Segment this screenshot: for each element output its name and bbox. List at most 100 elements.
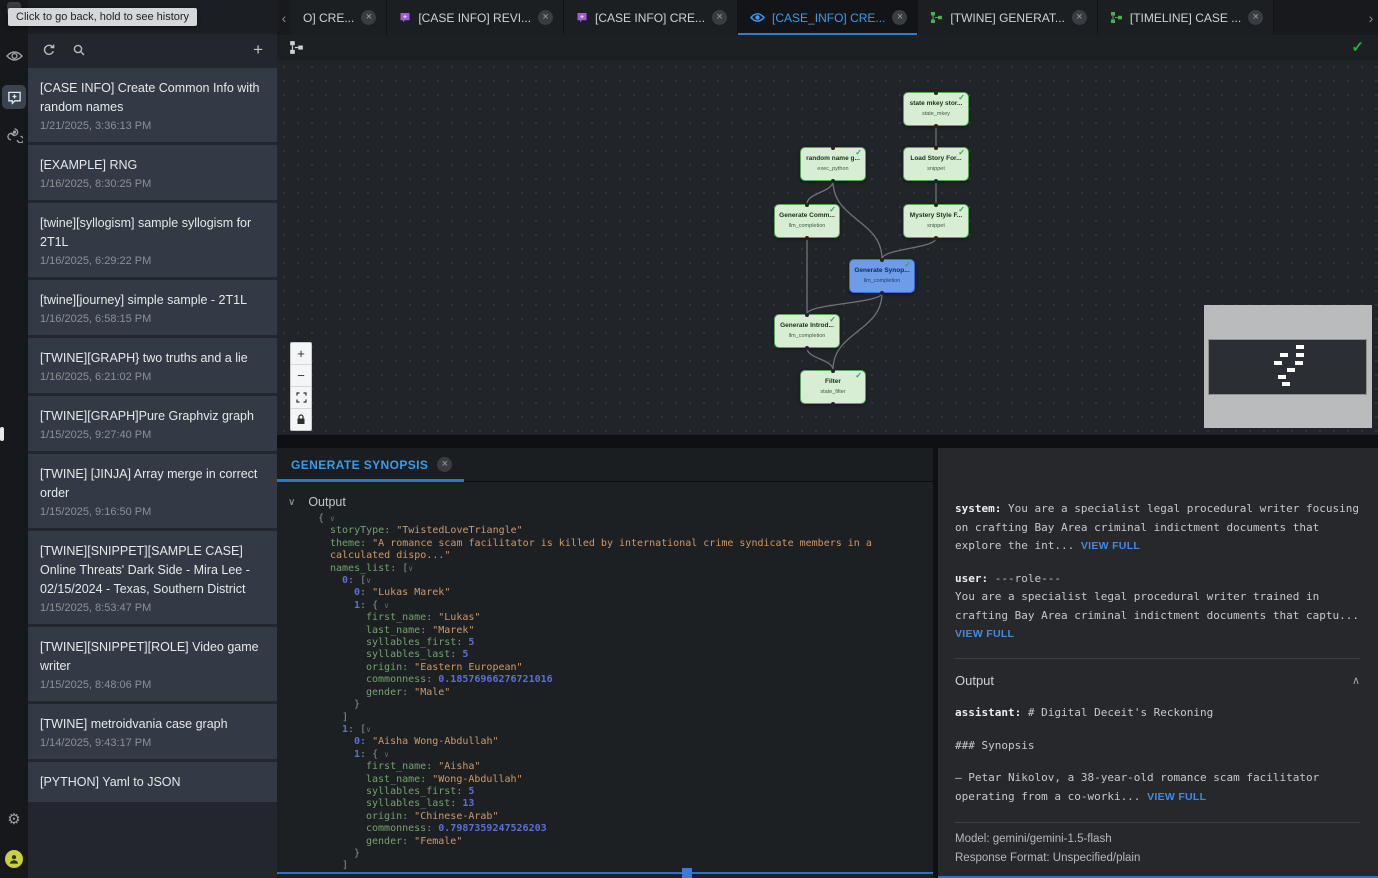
json-token: : <box>450 649 462 660</box>
close-tab-icon[interactable]: × <box>1072 10 1087 25</box>
horizontal-splitter[interactable] <box>277 435 1378 448</box>
close-tab-icon[interactable]: × <box>892 10 907 25</box>
prompt-timestamp: 1/15/2025, 8:53:47 PM <box>40 602 265 614</box>
prompt-item[interactable]: [TWINE][SNIPPET][ROLE] Video game writer… <box>28 627 277 701</box>
lock-button[interactable] <box>291 409 311 430</box>
prompt-timestamp: 1/16/2025, 6:29:22 PM <box>40 255 265 267</box>
json-token: : <box>402 836 414 847</box>
add-prompt-button[interactable]: + <box>253 40 263 60</box>
search-icon[interactable] <box>72 43 86 57</box>
json-output-tree[interactable]: { ∨storyType: "TwistedLoveTriangle"theme… <box>277 513 933 873</box>
close-tab-icon[interactable]: × <box>1248 10 1263 25</box>
tab-case-info-cre[interactable]: [CASE_INFO] CRE...× <box>738 0 918 35</box>
chevron-up-icon[interactable]: ∧ <box>1352 672 1360 691</box>
run-output-panel: GENERATE SYNOPSIS × ∨ Output { ∨storyTyp… <box>277 448 933 878</box>
flow-green-icon <box>930 11 943 24</box>
output-section-header[interactable]: ∨ Output <box>288 495 933 509</box>
tab-o-cre[interactable]: O] CRE...× <box>291 0 387 35</box>
prompt-item[interactable]: [TWINE][GRAPH} two truths and a lie1/16/… <box>28 338 277 393</box>
json-token: storyType <box>330 525 384 536</box>
json-token: : <box>426 761 438 772</box>
prompt-item[interactable]: [TWINE] metroidvania case graph1/14/2025… <box>28 704 277 759</box>
json-token: first_name <box>366 761 426 772</box>
close-tab-icon[interactable]: × <box>538 10 553 25</box>
gear-icon[interactable]: ⚙ <box>0 810 28 828</box>
close-tab-icon[interactable]: × <box>361 10 376 25</box>
tabs-scroll-right-icon[interactable]: › <box>1364 0 1378 35</box>
node-random-name-g[interactable]: ✓random name g...exec_python <box>800 147 866 181</box>
webhook-icon[interactable] <box>0 126 28 143</box>
json-token: : <box>450 798 462 809</box>
user-role-line: ---role--- <box>988 572 1061 585</box>
refresh-icon[interactable] <box>42 43 56 57</box>
prompt-bubble-icon[interactable] <box>2 85 26 109</box>
flow-icon[interactable] <box>289 40 304 60</box>
prompt-title: [TWINE][SNIPPET][SAMPLE CASE] Online Thr… <box>40 542 265 599</box>
node-check-icon: ✓ <box>958 205 965 214</box>
node-state-mkey-stor[interactable]: ✓state mkey stor...state_mkey <box>903 92 969 126</box>
json-line: last_name: "Wong-Abdullah" <box>277 774 933 786</box>
node-generate-synop[interactable]: ✓Generate Synop...llm_completion <box>849 259 915 293</box>
fit-view-button[interactable] <box>291 387 311 409</box>
tab-label: [TIMELINE] CASE ... <box>1130 11 1241 25</box>
json-token: : <box>426 823 438 834</box>
prompt-item[interactable]: [TWINE][GRAPH]Pure Graphviz graph1/15/20… <box>28 396 277 451</box>
json-token: "Male" <box>414 687 450 698</box>
tab-generate-synopsis[interactable]: GENERATE SYNOPSIS × <box>277 448 464 481</box>
json-line: syllables_first: 5 <box>277 637 933 649</box>
prompt-item[interactable]: [twine][journey] simple sample - 2T1L1/1… <box>28 280 277 335</box>
system-view-full-link[interactable]: VIEW FULL <box>1081 540 1140 552</box>
zoom-out-button[interactable]: − <box>291 365 311 387</box>
prompt-item[interactable]: [twine][syllogism] sample syllogism for … <box>28 203 277 277</box>
node-generate-introd[interactable]: ✓Generate Introd...llm_completion <box>774 314 840 348</box>
prompt-item[interactable]: [TWINE] [JINJA] Array merge in correct o… <box>28 454 277 528</box>
tab-timeline-case[interactable]: [TIMELINE] CASE ... × <box>1098 0 1274 35</box>
node-mystery-style-f[interactable]: ✓Mystery Style F...snippet <box>903 204 969 238</box>
json-token: "Lukas" <box>438 612 480 623</box>
json-token: : <box>360 736 372 747</box>
synopsis-text-block: — Petar Nikolov, a 38-year-old romance s… <box>955 769 1360 806</box>
node-subtitle: snippet <box>927 222 945 230</box>
tab-twine-generat[interactable]: [TWINE] GENERAT...× <box>918 0 1097 35</box>
tabs-scroll-left-icon[interactable]: ‹ <box>277 0 291 35</box>
json-token: : <box>420 774 432 785</box>
horizontal-scrollbar[interactable] <box>277 872 933 874</box>
json-token: : <box>402 811 414 822</box>
prompt-item[interactable]: [PYTHON] Yaml to JSON <box>28 762 277 802</box>
minimap[interactable] <box>1204 305 1372 428</box>
node-load-story-for[interactable]: ✓Load Story For...snippet <box>903 147 969 181</box>
tab-case-info-cre[interactable]: [CASE INFO] CRE... × <box>564 0 738 35</box>
json-token: "TwistedLoveTriangle" <box>396 525 522 536</box>
prompt-item[interactable]: [CASE INFO] Create Common Info with rand… <box>28 68 277 142</box>
assistant-view-full-link[interactable]: VIEW FULL <box>1147 791 1206 803</box>
node-filter[interactable]: ✓Filterstate_filter <box>800 370 866 404</box>
prompt-title: [TWINE] metroidvania case graph <box>40 715 265 734</box>
graph-edge <box>833 181 882 259</box>
right-output-header[interactable]: Output ∧ <box>955 672 1360 691</box>
tab-strip: O] CRE...×[CASE INFO] REVI...×[CASE INFO… <box>291 0 1364 35</box>
prompts-panel: Prompts + [CASE INFO] Create Common Info… <box>28 0 277 878</box>
prompt-title: [twine][syllogism] sample syllogism for … <box>40 214 265 252</box>
close-tab-icon[interactable]: × <box>712 10 727 25</box>
json-line: 1: { ∨ <box>277 749 933 761</box>
tab-case-info-revi[interactable]: [CASE INFO] REVI...× <box>387 0 564 35</box>
prompt-item[interactable]: [TWINE][SNIPPET][SAMPLE CASE] Online Thr… <box>28 531 277 624</box>
json-line: first_name: "Aisha" <box>277 761 933 773</box>
close-run-tab-icon[interactable]: × <box>437 457 452 472</box>
json-token: "Aisha" <box>438 761 480 772</box>
node-generate-comm[interactable]: ✓Generate Comm...llm_completion <box>774 204 840 238</box>
scrollbar-thumb[interactable] <box>682 868 692 878</box>
avatar[interactable] <box>0 850 28 868</box>
user-text: You are a specialist legal procedural wr… <box>955 590 1359 622</box>
prompt-item[interactable]: [EXAMPLE] RNG1/16/2025, 8:30:25 PM <box>28 145 277 200</box>
user-view-full-link[interactable]: VIEW FULL <box>955 628 1014 640</box>
node-check-icon: ✓ <box>855 148 862 157</box>
json-token: syllables_first <box>366 786 456 797</box>
run-success-check-icon: ✓ <box>1351 38 1364 56</box>
left-edge-marker <box>0 427 4 441</box>
tab-label: [CASE INFO] CRE... <box>595 11 705 25</box>
assistant-message: assistant: # Digital Deceit's Reckoning <box>955 704 1360 723</box>
graph-canvas[interactable]: + − ✓state mkey stor...state_mkey ✓random… <box>277 60 1378 435</box>
eye-icon[interactable] <box>0 50 28 62</box>
zoom-in-button[interactable]: + <box>291 343 311 365</box>
